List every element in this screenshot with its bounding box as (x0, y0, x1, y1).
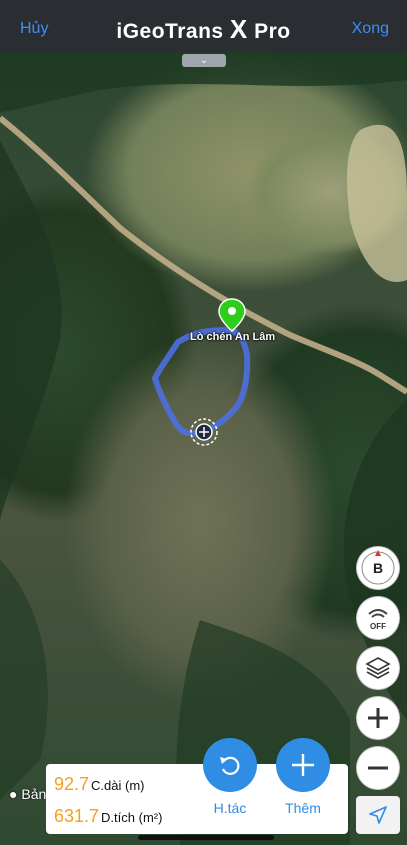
undo-label[interactable]: H.tác (203, 800, 257, 816)
zoom-in-button[interactable] (357, 697, 399, 739)
undo-button[interactable] (203, 738, 257, 792)
home-indicator (138, 835, 274, 840)
undo-icon (220, 756, 240, 775)
crosshair-icon[interactable] (189, 417, 219, 447)
gps-signal-icon (368, 609, 388, 618)
location-pin-icon[interactable] (218, 298, 246, 332)
plus-icon (292, 754, 314, 776)
area-row: 631.7 D.tích (m²) (54, 806, 162, 827)
app-title: iGeoTrans X Pro (116, 14, 290, 45)
length-label: C.dài (m) (91, 778, 145, 793)
map-attribution: ● Bản (9, 786, 46, 802)
chevron-down-icon: ⌄ (199, 54, 209, 66)
panel-handle[interactable]: ⌄ (182, 54, 226, 67)
locate-button[interactable] (356, 796, 400, 834)
top-bar: Hủy iGeoTrans X Pro Xong (0, 0, 407, 52)
map-imagery (0, 52, 407, 845)
length-value: 92.7 (54, 774, 90, 794)
location-arrow-icon (369, 806, 387, 824)
tracking-label: OFF (370, 622, 386, 631)
apple-logo-icon: ● (9, 786, 18, 802)
compass-button[interactable]: B (357, 547, 399, 589)
area-label: D.tích (m²) (101, 810, 163, 825)
marker-label: Lò chén An Lâm (190, 331, 276, 343)
add-label[interactable]: Thêm (276, 800, 330, 816)
area-value: 631.7 (54, 806, 100, 826)
compass-letter: B (372, 560, 384, 576)
length-row: 92.7 C.dài (m) (54, 774, 145, 795)
layers-button[interactable] (357, 647, 399, 689)
plus-icon (368, 708, 388, 728)
layers-icon (365, 657, 391, 679)
title-x: X (229, 13, 248, 44)
title-main: iGeoTrans (116, 19, 230, 43)
tracking-toggle[interactable]: OFF (357, 597, 399, 639)
title-pro: Pro (247, 19, 291, 43)
cancel-button[interactable]: Hủy (20, 20, 48, 38)
attribution-text: Bản (21, 786, 47, 802)
done-button[interactable]: Xong (352, 20, 389, 38)
add-point-button[interactable] (276, 738, 330, 792)
zoom-out-button[interactable] (357, 747, 399, 789)
minus-icon (368, 766, 388, 770)
satellite-map[interactable] (0, 52, 407, 845)
